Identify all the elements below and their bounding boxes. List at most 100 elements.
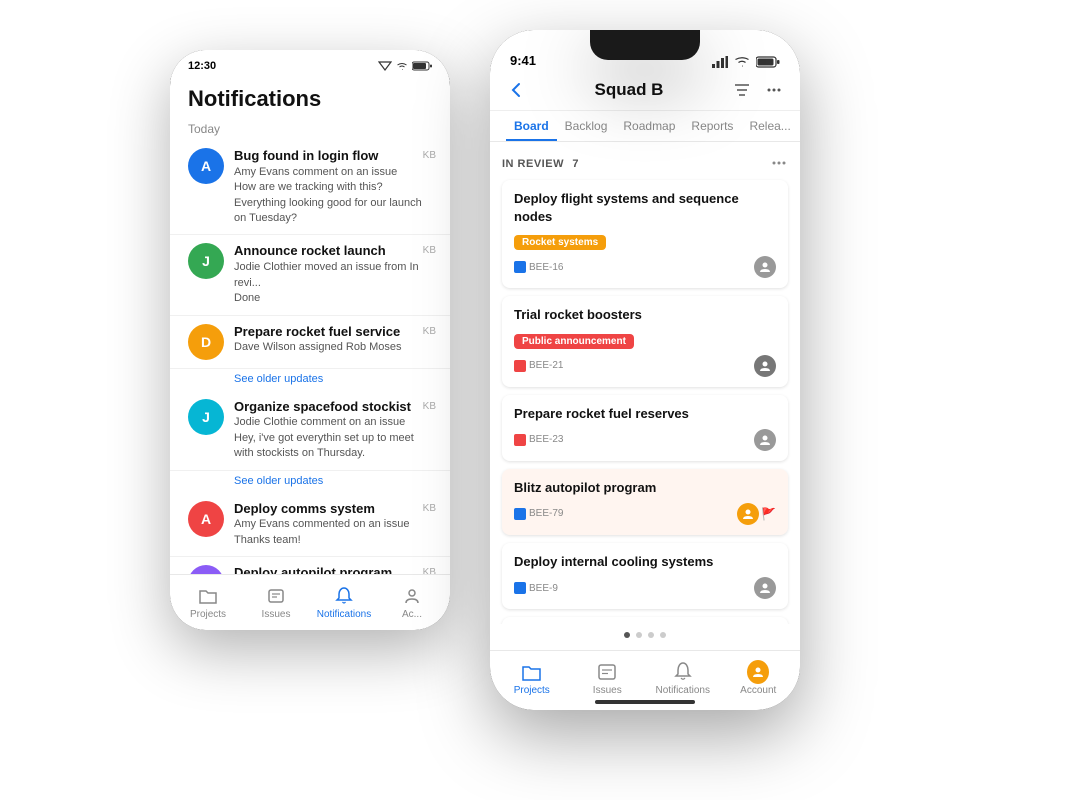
nav-notifications-left[interactable]: Notifications: [310, 585, 378, 620]
card-title-bee21: Trial rocket boosters: [514, 306, 776, 324]
notif-sub-3: Dave Wilson assigned Rob Moses: [234, 340, 432, 355]
issues-icon-right: [596, 661, 618, 683]
board-content: IN REVIEW 7 Deploy flight systems and se…: [490, 142, 800, 624]
notif-item-4[interactable]: J Organize spacefood stockist Jodie Clot…: [170, 391, 450, 471]
avatars-bee79: 🚩: [737, 503, 776, 525]
nav-projects-left[interactable]: Projects: [174, 585, 242, 620]
notif-meta-1: KB: [423, 150, 436, 161]
notif-title-2: Announce rocket launch: [234, 243, 432, 260]
dots-indicator: [490, 624, 800, 646]
tab-roadmap[interactable]: Roadmap: [615, 111, 683, 141]
card-title-bee16: Deploy flight systems and sequence nodes: [514, 190, 776, 226]
column-header-in-review: IN REVIEW 7: [502, 154, 788, 172]
avatar-n5: A: [188, 501, 224, 537]
nav-label-account: Ac...: [402, 609, 422, 620]
nav-account-right[interactable]: Account: [721, 661, 797, 696]
phone-left: 12:30: [170, 50, 450, 630]
battery-icon-right: [756, 56, 780, 68]
status-icons-right: [712, 56, 780, 68]
card-title-bee9: Deploy internal cooling systems: [514, 553, 776, 571]
home-indicator: [595, 700, 695, 704]
column-title: IN REVIEW: [502, 158, 564, 170]
notif-title-3: Prepare rocket fuel service: [234, 324, 432, 341]
section-today: Today: [170, 116, 450, 140]
tab-release[interactable]: Relea...: [741, 111, 798, 141]
nav-label-notifications: Notifications: [317, 609, 371, 620]
bell-icon-right: [672, 661, 694, 683]
notif-item-1[interactable]: A Bug found in login flow Amy Evans comm…: [170, 140, 450, 235]
card-bee23[interactable]: Prepare rocket fuel reserves BEE-23: [502, 395, 788, 461]
tab-reports[interactable]: Reports: [683, 111, 741, 141]
see-older-1[interactable]: See older updates: [170, 369, 450, 391]
notif-sub-2: Jodie Clothier moved an issue from In re…: [234, 260, 432, 306]
nav-account-left[interactable]: Ac...: [378, 585, 446, 620]
account-avatar-icon: [747, 661, 769, 683]
board-title: Squad B: [595, 80, 664, 100]
avatar-bee9: [754, 577, 776, 599]
wifi-icon-right: [734, 56, 750, 68]
notif-item-5[interactable]: A Deploy comms system Amy Evans commente…: [170, 493, 450, 558]
column-count: 7: [572, 158, 578, 170]
notif-title-1: Bug found in login flow: [234, 148, 432, 165]
bell-icon-left: [333, 585, 355, 607]
notifications-content: Today A Bug found in login flow Amy Evan…: [170, 116, 450, 612]
card-footer-bee9: BEE-9: [514, 577, 776, 599]
card-id-bee79: BEE-79: [514, 508, 563, 520]
nav-projects-right[interactable]: Projects: [494, 661, 570, 696]
status-time-left: 12:30: [188, 60, 216, 72]
notif-sub-1: Amy Evans comment on an issueHow are we …: [234, 165, 432, 227]
nav-label-issues-right: Issues: [593, 685, 622, 696]
phone-right: 9:41: [490, 30, 800, 710]
card-spacefood[interactable]: Organize spacefood stockist: [502, 617, 788, 624]
column-more-icon[interactable]: [770, 154, 788, 172]
signal-bars-icon: [712, 56, 728, 68]
signal-icon: [378, 61, 392, 71]
card-title-bee23: Prepare rocket fuel reserves: [514, 405, 776, 423]
dot-1: [624, 632, 630, 638]
page-title-left: Notifications: [170, 78, 450, 116]
tab-backlog[interactable]: Backlog: [557, 111, 616, 141]
see-older-2[interactable]: See older updates: [170, 471, 450, 493]
status-bar-left: 12:30: [170, 50, 450, 78]
nav-label-projects-right: Projects: [514, 685, 550, 696]
tab-board[interactable]: Board: [506, 111, 557, 141]
avatar-bee16: [754, 256, 776, 278]
nav-issues-right[interactable]: Issues: [570, 661, 646, 696]
check-square-icon-bee79: [514, 508, 526, 520]
battery-icon: [412, 61, 432, 71]
card-bee9[interactable]: Deploy internal cooling systems BEE-9: [502, 543, 788, 609]
card-bee79[interactable]: Blitz autopilot program BEE-79: [502, 469, 788, 535]
scene: 12:30: [0, 0, 1080, 800]
avatar1-bee79: [737, 503, 759, 525]
flag-icon-bee79: 🚩: [761, 507, 776, 521]
notif-meta-3: KB: [423, 326, 436, 337]
notif-item-2[interactable]: J Announce rocket launch Jodie Clothier …: [170, 235, 450, 315]
nav-label-issues: Issues: [262, 609, 291, 620]
filter-icon[interactable]: [732, 80, 752, 100]
nav-label-account-right: Account: [740, 685, 776, 696]
issues-icon: [265, 585, 287, 607]
nav-issues-left[interactable]: Issues: [242, 585, 310, 620]
card-title-bee79: Blitz autopilot program: [514, 479, 776, 497]
board-header: Squad B: [490, 74, 800, 111]
card-bee21[interactable]: Trial rocket boosters Public announcemen…: [502, 296, 788, 386]
card-id-bee16: BEE-16: [514, 261, 563, 273]
tag-public-announcement: Public announcement: [514, 334, 634, 349]
notif-title-5: Deploy comms system: [234, 501, 432, 518]
square-icon-bee21: [514, 360, 526, 372]
back-icon[interactable]: [506, 80, 526, 100]
more-icon[interactable]: [764, 80, 784, 100]
bottom-nav-left: Projects Issues: [170, 574, 450, 630]
tag-rocket-systems: Rocket systems: [514, 235, 606, 250]
dot-4: [660, 632, 666, 638]
nav-label-projects: Projects: [190, 609, 226, 620]
folder-icon: [197, 585, 219, 607]
avatar-bee21: [754, 355, 776, 377]
notif-title-4: Organize spacefood stockist: [234, 399, 432, 416]
notif-item-3[interactable]: D Prepare rocket fuel service Dave Wilso…: [170, 316, 450, 369]
avatar-n1: A: [188, 148, 224, 184]
avatar-bee23: [754, 429, 776, 451]
card-bee16[interactable]: Deploy flight systems and sequence nodes…: [502, 180, 788, 288]
nav-notifications-right[interactable]: Notifications: [645, 661, 721, 696]
wifi-icon: [396, 61, 408, 71]
